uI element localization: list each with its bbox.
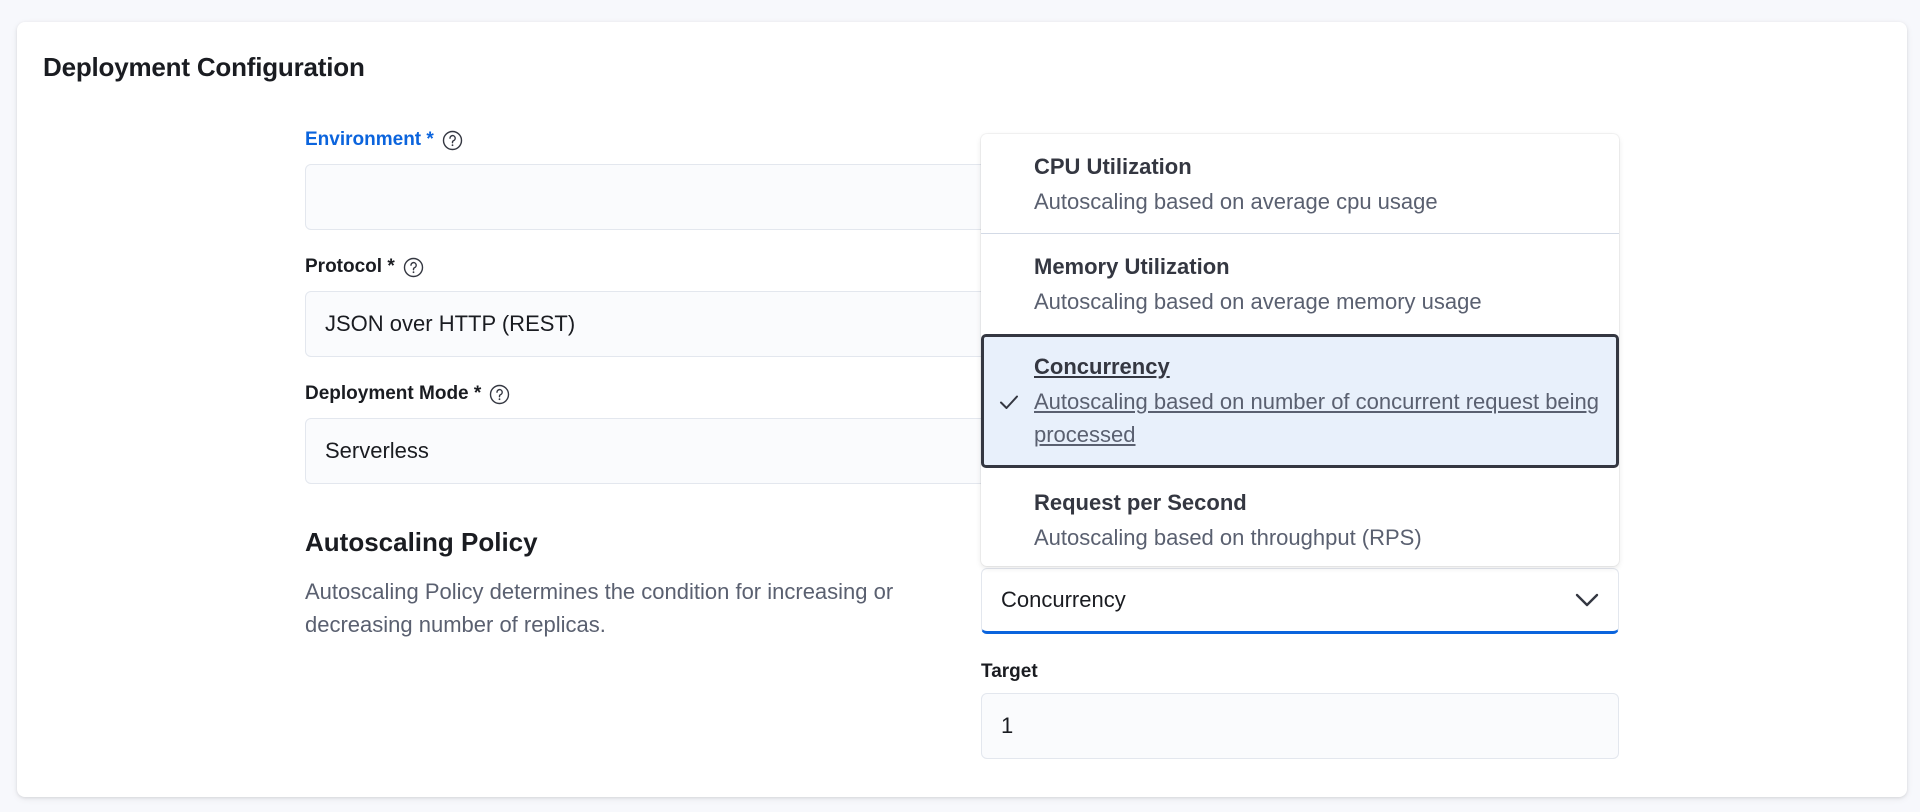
option-description: Autoscaling based on average cpu usage xyxy=(1034,189,1438,214)
option-description: Autoscaling based on throughput (RPS) xyxy=(1034,525,1422,550)
check-icon xyxy=(998,391,1020,413)
option-concurrency[interactable]: Concurrency Autoscaling based on number … xyxy=(981,334,1619,468)
autoscaling-policy-description: Autoscaling Policy determines the condit… xyxy=(305,579,894,637)
deployment-configuration-panel: Deployment Configuration Environment * P… xyxy=(17,22,1907,797)
environment-input[interactable] xyxy=(305,164,1005,230)
option-description: Autoscaling based on number of concurren… xyxy=(1034,389,1600,447)
deployment-mode-select[interactable]: Serverless xyxy=(305,418,1005,484)
panel-title: Deployment Configuration xyxy=(43,52,365,82)
option-title: CPU Utilization xyxy=(1034,154,1192,179)
option-title: Request per Second xyxy=(1034,490,1247,515)
protocol-label: Protocol * xyxy=(305,256,424,278)
option-title: Concurrency xyxy=(1034,354,1170,379)
option-request-per-second[interactable]: Request per Second Autoscaling based on … xyxy=(981,468,1619,566)
deployment-mode-label: Deployment Mode * xyxy=(305,383,510,405)
question-circle-icon[interactable] xyxy=(403,257,424,278)
chevron-down-icon xyxy=(1575,593,1599,607)
option-cpu-utilization[interactable]: CPU Utilization Autoscaling based on ave… xyxy=(981,134,1619,234)
target-label: Target xyxy=(981,661,1038,683)
target-label-text: Target xyxy=(981,661,1038,682)
environment-label-text: Environment * xyxy=(305,129,434,150)
protocol-select[interactable]: JSON over HTTP (REST) xyxy=(305,291,1005,357)
autoscaling-policy-selected-value: Concurrency xyxy=(1001,587,1126,612)
question-circle-icon[interactable] xyxy=(489,384,510,405)
target-input[interactable]: 1 xyxy=(981,693,1619,759)
option-title: Memory Utilization xyxy=(1034,254,1230,279)
deployment-mode-label-text: Deployment Mode * xyxy=(305,383,482,404)
autoscaling-policy-title: Autoscaling Policy xyxy=(305,527,538,557)
environment-label: Environment * xyxy=(305,129,463,151)
protocol-label-text: Protocol * xyxy=(305,256,395,277)
autoscaling-policy-dropdown: CPU Utilization Autoscaling based on ave… xyxy=(981,134,1619,566)
autoscaling-policy-select[interactable]: Concurrency xyxy=(981,568,1619,634)
option-description: Autoscaling based on average memory usag… xyxy=(1034,289,1482,314)
option-memory-utilization[interactable]: Memory Utilization Autoscaling based on … xyxy=(981,234,1619,334)
question-circle-icon[interactable] xyxy=(442,130,463,151)
